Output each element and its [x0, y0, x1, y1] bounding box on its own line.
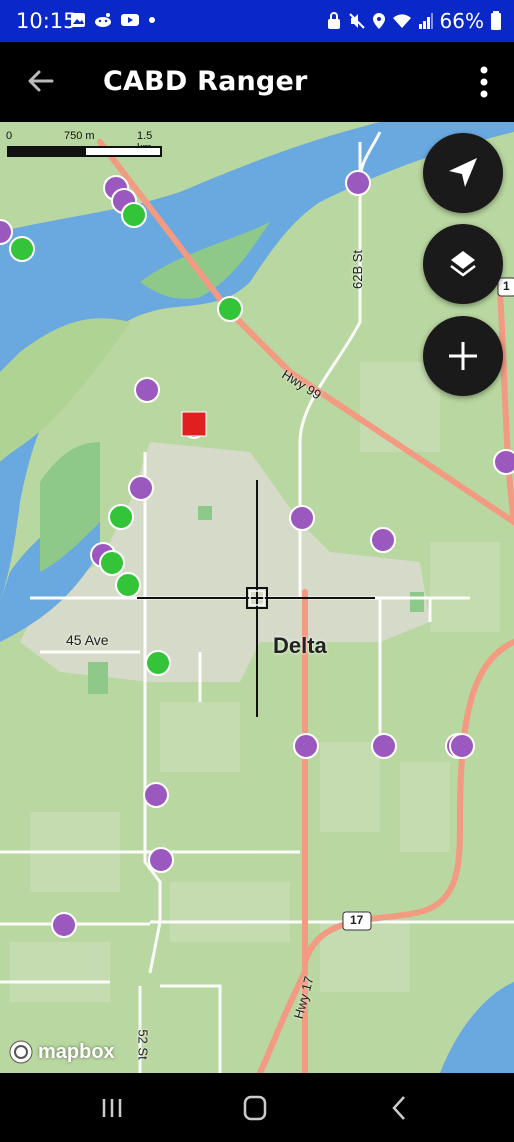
arrow-left-icon[interactable] [24, 64, 58, 98]
signal-icon [418, 13, 433, 29]
mute-icon [348, 13, 365, 29]
wifi-icon [392, 14, 411, 28]
plus-icon [449, 342, 477, 370]
dot-icon [149, 17, 155, 23]
layers-icon [450, 251, 476, 277]
scale-label-750m: 750 m [64, 130, 95, 142]
route-shield-1: 1 [503, 279, 510, 293]
add-button[interactable] [423, 316, 503, 396]
map-view[interactable]: 0 750 m 1.5 km Delta 45 Ave 62B St Hwy 9… [0, 122, 514, 1073]
navigation-arrow-icon [449, 158, 477, 187]
battery-text: 66% [439, 9, 484, 33]
route-shield-17: 17 [350, 913, 364, 927]
layers-button[interactable] [423, 224, 503, 304]
app-bar: CABD Ranger [0, 42, 514, 122]
scale-label-0: 0 [6, 130, 13, 142]
scale-bar: 0 750 m 1.5 km [6, 126, 166, 160]
status-time: 10:15 [16, 9, 77, 33]
recent-apps-icon[interactable] [92, 1093, 132, 1123]
town-label: Delta [273, 633, 327, 658]
home-icon[interactable] [235, 1093, 275, 1123]
location-icon [372, 13, 385, 29]
attribution-text: mapbox [38, 1040, 115, 1063]
page-title: CABD Ranger [103, 66, 308, 97]
street-label-45-ave: 45 Ave [66, 632, 109, 648]
mapbox-icon [9, 1040, 33, 1064]
street-label-52: 52 St [135, 1029, 151, 1060]
system-nav-bar [0, 1073, 514, 1142]
street-label-62b: 62B St [350, 249, 366, 290]
back-icon[interactable] [380, 1093, 420, 1123]
battery-icon [491, 11, 501, 30]
status-bar: 10:15 66% [0, 0, 514, 42]
more-vert-icon[interactable] [476, 62, 492, 102]
youtube-icon [121, 14, 139, 26]
gallery-icon [71, 13, 85, 27]
lock-icon [327, 12, 340, 29]
my-location-button[interactable] [423, 133, 503, 213]
reddit-icon [95, 13, 111, 27]
mapbox-logo: mapbox [8, 1039, 115, 1065]
